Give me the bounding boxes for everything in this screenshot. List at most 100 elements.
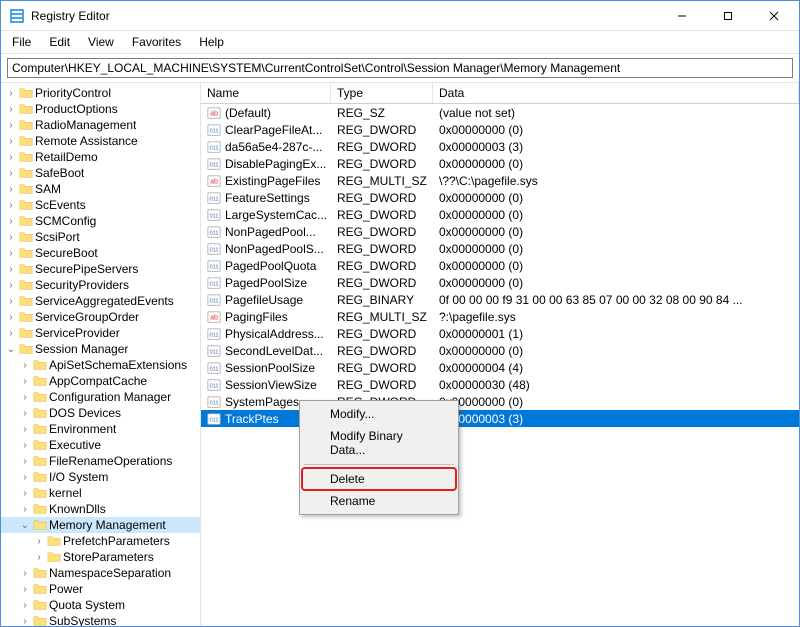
chevron-right-icon[interactable]: ›: [5, 88, 17, 99]
tree-item[interactable]: ›Power: [1, 581, 200, 597]
chevron-right-icon[interactable]: ›: [19, 440, 31, 451]
tree-item[interactable]: ›RadioManagement: [1, 117, 200, 133]
tree-item[interactable]: ›Configuration Manager: [1, 389, 200, 405]
chevron-right-icon[interactable]: ›: [5, 200, 17, 211]
tree-item[interactable]: ›SubSystems: [1, 613, 200, 626]
tree-item[interactable]: ⌄Memory Management: [1, 517, 200, 533]
tree-item[interactable]: ›FileRenameOperations: [1, 453, 200, 469]
menu-favorites[interactable]: Favorites: [125, 33, 188, 51]
tree-item[interactable]: ⌄Session Manager: [1, 341, 200, 357]
tree-item[interactable]: ›ApiSetSchemaExtensions: [1, 357, 200, 373]
chevron-right-icon[interactable]: ›: [33, 552, 45, 563]
chevron-right-icon[interactable]: ›: [19, 360, 31, 371]
tree-item[interactable]: ›Quota System: [1, 597, 200, 613]
tree-item[interactable]: ›AppCompatCache: [1, 373, 200, 389]
menu-file[interactable]: File: [5, 33, 38, 51]
chevron-right-icon[interactable]: ›: [19, 600, 31, 611]
tree-item[interactable]: ›SAM: [1, 181, 200, 197]
address-bar[interactable]: [7, 58, 793, 78]
tree-item[interactable]: ›KnownDlls: [1, 501, 200, 517]
value-row[interactable]: 011NonPagedPoolS...REG_DWORD0x00000000 (…: [201, 240, 799, 257]
tree-item[interactable]: ›Environment: [1, 421, 200, 437]
chevron-right-icon[interactable]: ›: [5, 120, 17, 131]
chevron-right-icon[interactable]: ›: [5, 328, 17, 339]
tree-item[interactable]: ›StoreParameters: [1, 549, 200, 565]
tree-item[interactable]: ›Remote Assistance: [1, 133, 200, 149]
value-row[interactable]: 011SessionPoolSizeREG_DWORD0x00000004 (4…: [201, 359, 799, 376]
chevron-right-icon[interactable]: ›: [5, 168, 17, 179]
chevron-right-icon[interactable]: ›: [5, 104, 17, 115]
tree-item[interactable]: ›DOS Devices: [1, 405, 200, 421]
chevron-right-icon[interactable]: ›: [5, 248, 17, 259]
chevron-right-icon[interactable]: ›: [19, 504, 31, 515]
chevron-right-icon[interactable]: ›: [19, 488, 31, 499]
tree-item[interactable]: ›ScsiPort: [1, 229, 200, 245]
ctx-rename[interactable]: Rename: [302, 490, 456, 512]
value-row[interactable]: abPagingFilesREG_MULTI_SZ?:\pagefile.sys: [201, 308, 799, 325]
chevron-right-icon[interactable]: ›: [19, 376, 31, 387]
tree-item[interactable]: ›SecureBoot: [1, 245, 200, 261]
tree-item[interactable]: ›NamespaceSeparation: [1, 565, 200, 581]
tree-item[interactable]: ›RetailDemo: [1, 149, 200, 165]
chevron-right-icon[interactable]: ›: [33, 536, 45, 547]
value-row[interactable]: 011da56a5e4-287c-...REG_DWORD0x00000003 …: [201, 138, 799, 155]
tree-item[interactable]: ›SecurityProviders: [1, 277, 200, 293]
tree-item[interactable]: ›PrefetchParameters: [1, 533, 200, 549]
value-row[interactable]: 011PagedPoolSizeREG_DWORD0x00000000 (0): [201, 274, 799, 291]
menu-help[interactable]: Help: [192, 33, 231, 51]
value-row[interactable]: 011NonPagedPool...REG_DWORD0x00000000 (0…: [201, 223, 799, 240]
menu-view[interactable]: View: [81, 33, 121, 51]
minimize-button[interactable]: [659, 1, 705, 31]
close-button[interactable]: [751, 1, 797, 31]
tree-item[interactable]: ›Executive: [1, 437, 200, 453]
tree-item[interactable]: ›SecurePipeServers: [1, 261, 200, 277]
chevron-right-icon[interactable]: ›: [5, 264, 17, 275]
chevron-right-icon[interactable]: ›: [5, 312, 17, 323]
col-type[interactable]: Type: [331, 83, 433, 103]
chevron-right-icon[interactable]: ›: [5, 216, 17, 227]
tree-item[interactable]: ›SafeBoot: [1, 165, 200, 181]
key-tree[interactable]: ›PriorityControl›ProductOptions›RadioMan…: [1, 83, 201, 626]
chevron-right-icon[interactable]: ›: [19, 568, 31, 579]
chevron-down-icon[interactable]: ⌄: [19, 520, 31, 531]
chevron-right-icon[interactable]: ›: [19, 616, 31, 627]
value-row[interactable]: 011LargeSystemCac...REG_DWORD0x00000000 …: [201, 206, 799, 223]
value-row[interactable]: 011SecondLevelDat...REG_DWORD0x00000000 …: [201, 342, 799, 359]
tree-item[interactable]: ›kernel: [1, 485, 200, 501]
ctx-delete[interactable]: Delete: [302, 468, 456, 490]
value-rows[interactable]: ab(Default)REG_SZ(value not set)011Clear…: [201, 104, 799, 626]
chevron-right-icon[interactable]: ›: [5, 280, 17, 291]
value-row[interactable]: 011SystemPagesREG_DWORD0x00000000 (0): [201, 393, 799, 410]
value-row[interactable]: 011SessionViewSizeREG_DWORD0x00000030 (4…: [201, 376, 799, 393]
chevron-right-icon[interactable]: ›: [19, 408, 31, 419]
value-row[interactable]: 011FeatureSettingsREG_DWORD0x00000000 (0…: [201, 189, 799, 206]
chevron-right-icon[interactable]: ›: [5, 152, 17, 163]
tree-item[interactable]: ›ServiceProvider: [1, 325, 200, 341]
menu-edit[interactable]: Edit: [42, 33, 77, 51]
tree-item[interactable]: ›ProductOptions: [1, 101, 200, 117]
maximize-button[interactable]: [705, 1, 751, 31]
tree-item[interactable]: ›ServiceAggregatedEvents: [1, 293, 200, 309]
value-row[interactable]: ab(Default)REG_SZ(value not set): [201, 104, 799, 121]
chevron-right-icon[interactable]: ›: [19, 392, 31, 403]
value-row[interactable]: 011ClearPageFileAt...REG_DWORD0x00000000…: [201, 121, 799, 138]
chevron-right-icon[interactable]: ›: [19, 584, 31, 595]
chevron-down-icon[interactable]: ⌄: [5, 344, 17, 355]
value-row[interactable]: abExistingPageFilesREG_MULTI_SZ\??\C:\pa…: [201, 172, 799, 189]
tree-item[interactable]: ›I/O System: [1, 469, 200, 485]
value-row[interactable]: 011PagedPoolQuotaREG_DWORD0x00000000 (0): [201, 257, 799, 274]
ctx-modify[interactable]: Modify...: [302, 403, 456, 425]
chevron-right-icon[interactable]: ›: [19, 456, 31, 467]
value-row[interactable]: 011TrackPtesREG_DWORD0x00000003 (3): [201, 410, 799, 427]
value-row[interactable]: 011PagefileUsageREG_BINARY0f 00 00 00 f9…: [201, 291, 799, 308]
tree-item[interactable]: ›ServiceGroupOrder: [1, 309, 200, 325]
ctx-modify-binary[interactable]: Modify Binary Data...: [302, 425, 456, 461]
tree-item[interactable]: ›ScEvents: [1, 197, 200, 213]
tree-item[interactable]: ›SCMConfig: [1, 213, 200, 229]
chevron-right-icon[interactable]: ›: [5, 296, 17, 307]
chevron-right-icon[interactable]: ›: [19, 472, 31, 483]
chevron-right-icon[interactable]: ›: [5, 184, 17, 195]
chevron-right-icon[interactable]: ›: [5, 232, 17, 243]
value-row[interactable]: 011PhysicalAddress...REG_DWORD0x00000001…: [201, 325, 799, 342]
col-name[interactable]: Name: [201, 83, 331, 103]
